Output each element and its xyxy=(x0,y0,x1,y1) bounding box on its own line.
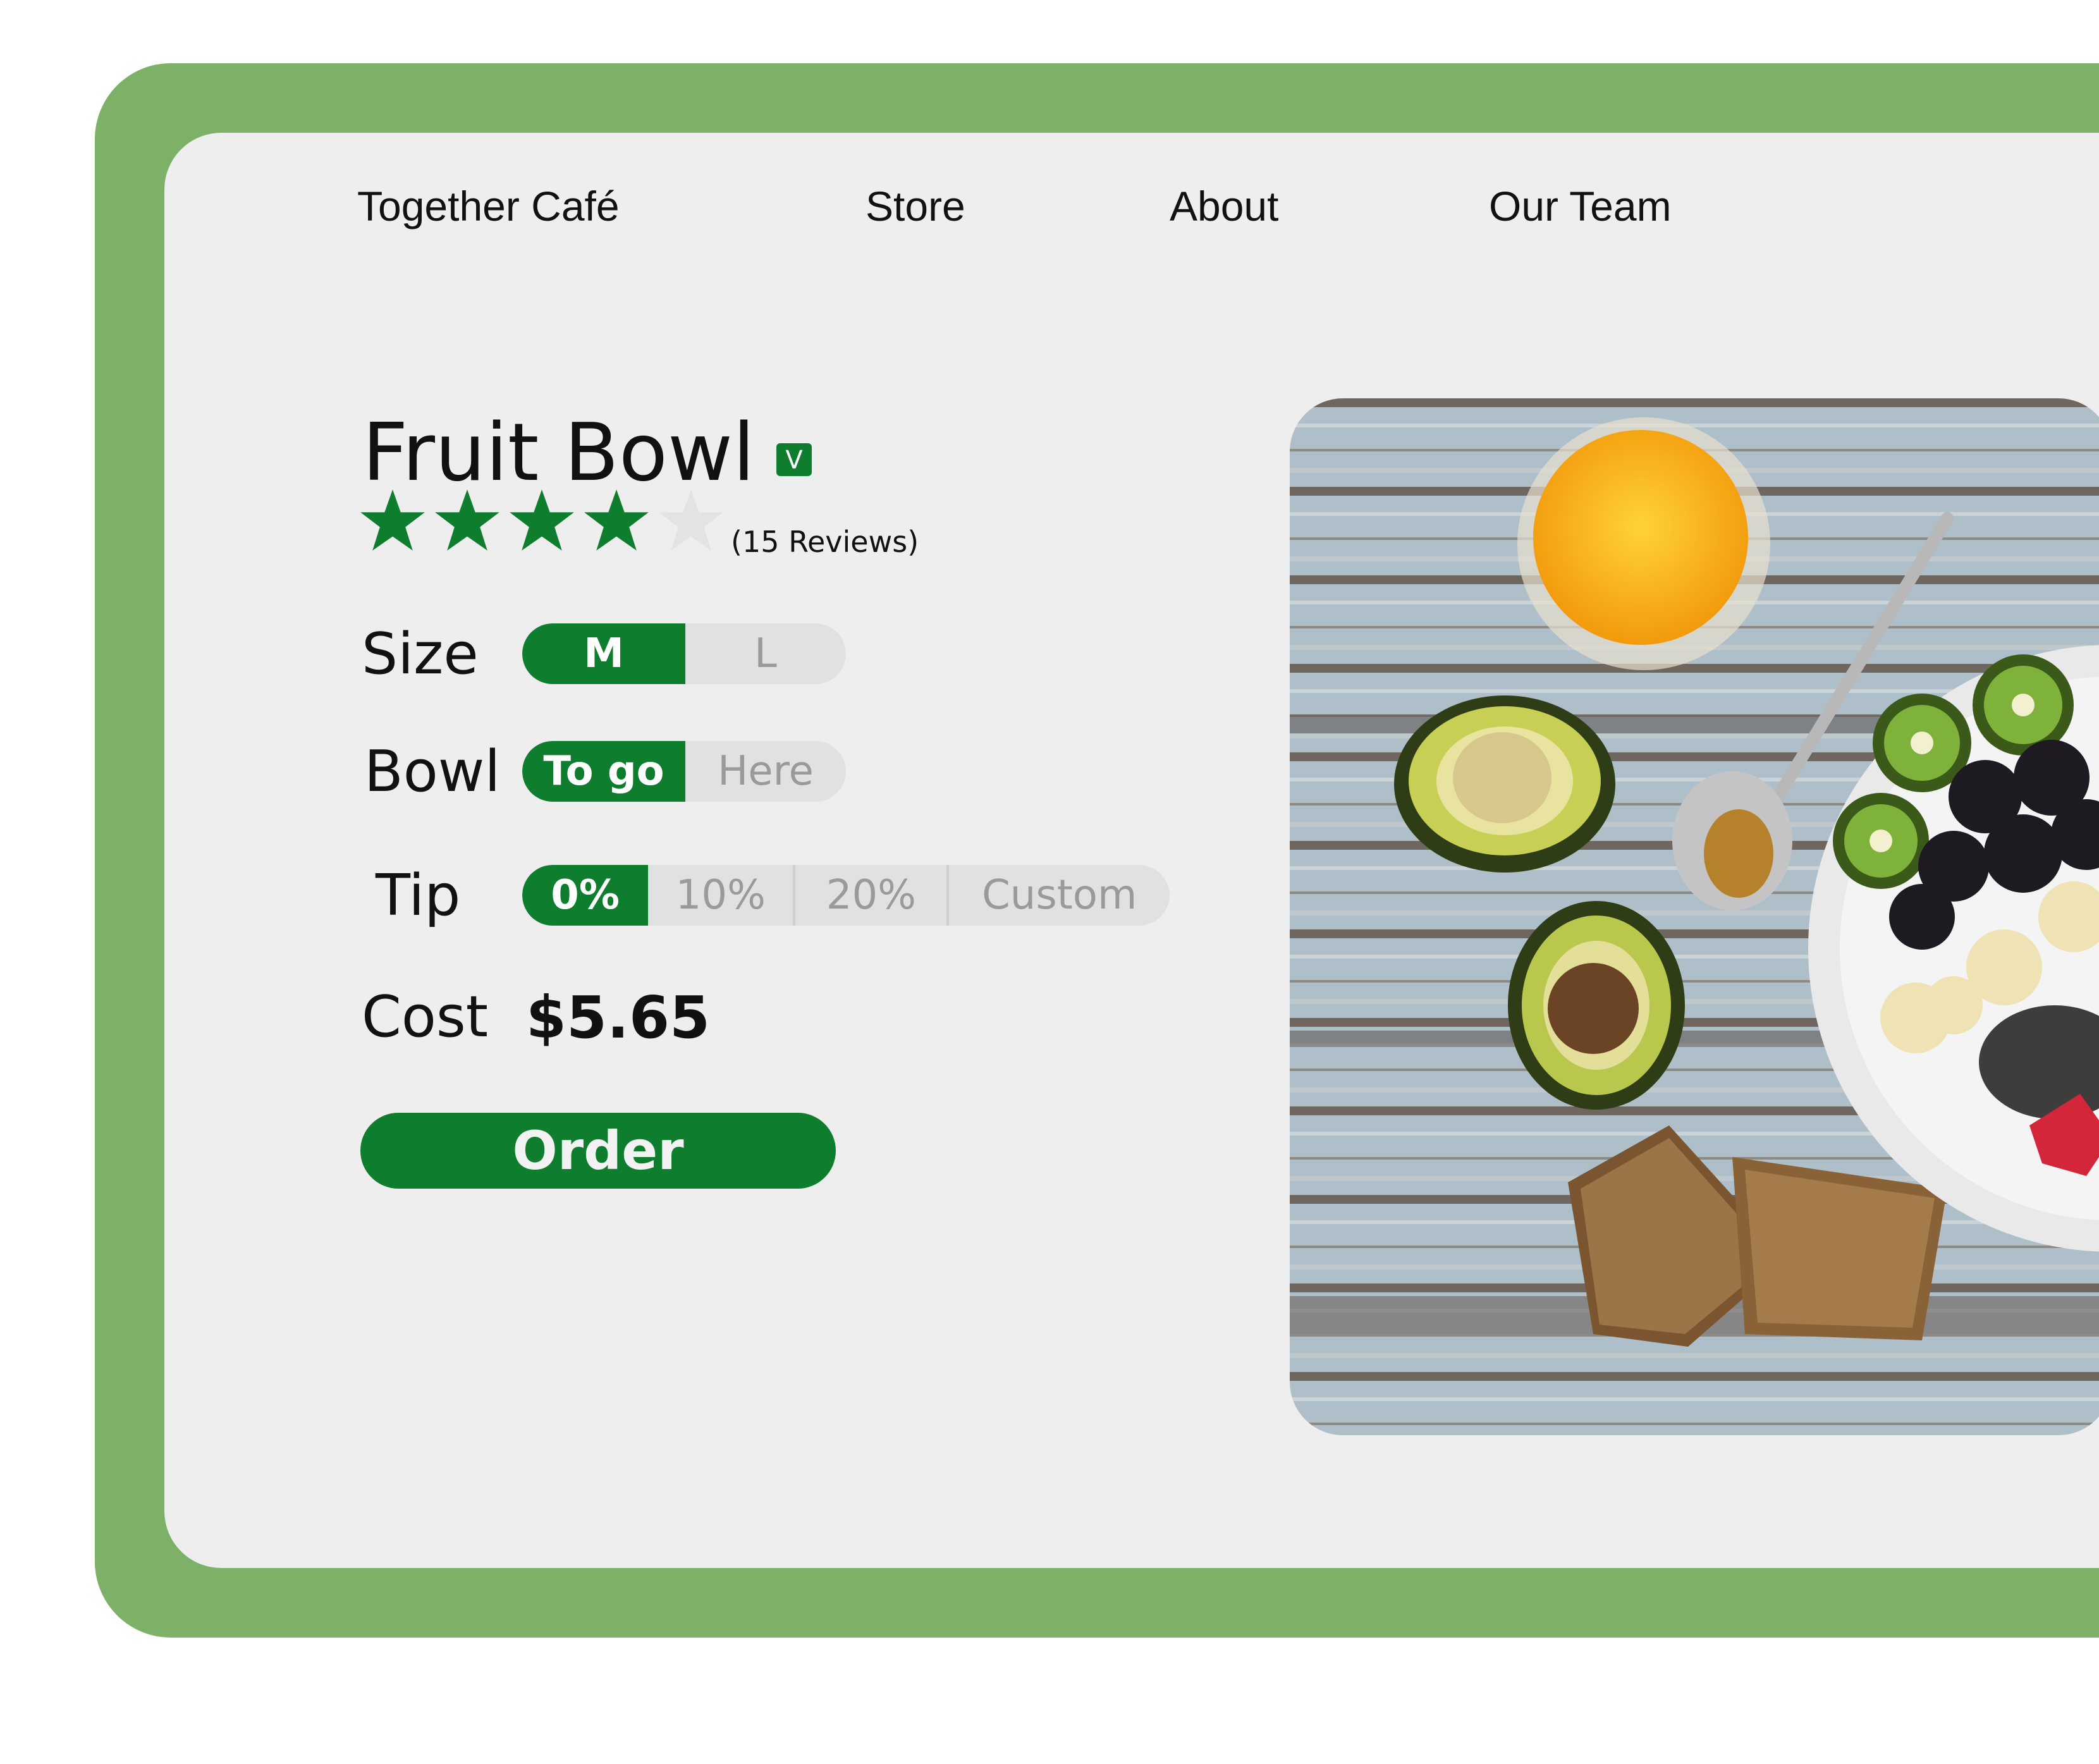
bowl-selector: To go Here xyxy=(522,741,846,802)
bowl-option-here[interactable]: Here xyxy=(685,741,846,802)
brand-link[interactable]: Together Café xyxy=(357,182,620,230)
star-filled-icon xyxy=(435,489,499,551)
nav-about[interactable]: About xyxy=(1170,182,1278,230)
size-selector: M L xyxy=(522,623,846,684)
rating-stars xyxy=(359,487,725,554)
star-filled-icon xyxy=(510,489,574,551)
size-label: Size xyxy=(362,621,479,687)
reviews-count[interactable]: (15 Reviews) xyxy=(731,525,919,559)
bowl-option-to-go[interactable]: To go xyxy=(522,741,685,802)
tip-option-20[interactable]: 20% xyxy=(793,865,946,926)
tip-option-custom[interactable]: Custom xyxy=(946,865,1170,926)
cost-label: Cost xyxy=(362,984,489,1050)
tip-selector: 0% 10% 20% Custom xyxy=(522,865,1170,926)
order-button[interactable]: Order xyxy=(360,1113,836,1189)
size-option-m[interactable]: M xyxy=(522,623,685,684)
product-title: Fruit Bowl xyxy=(362,406,756,499)
star-filled-icon xyxy=(584,489,649,551)
tip-option-10[interactable]: 10% xyxy=(648,865,793,926)
nav-our-team[interactable]: Our Team xyxy=(1489,182,1672,230)
tip-label: Tip xyxy=(376,862,461,929)
tip-option-0[interactable]: 0% xyxy=(522,865,649,926)
food-photo xyxy=(1290,398,2099,1435)
nav-store[interactable]: Store xyxy=(866,182,965,230)
vegetarian-badge: V xyxy=(776,443,812,476)
cost-value: $5.65 xyxy=(526,984,711,1051)
bowl-label: Bowl xyxy=(364,738,501,805)
star-filled-icon xyxy=(360,489,425,551)
star-empty-icon xyxy=(659,489,723,551)
size-option-l[interactable]: L xyxy=(685,623,846,684)
food-photo-icon xyxy=(1290,398,2099,1435)
